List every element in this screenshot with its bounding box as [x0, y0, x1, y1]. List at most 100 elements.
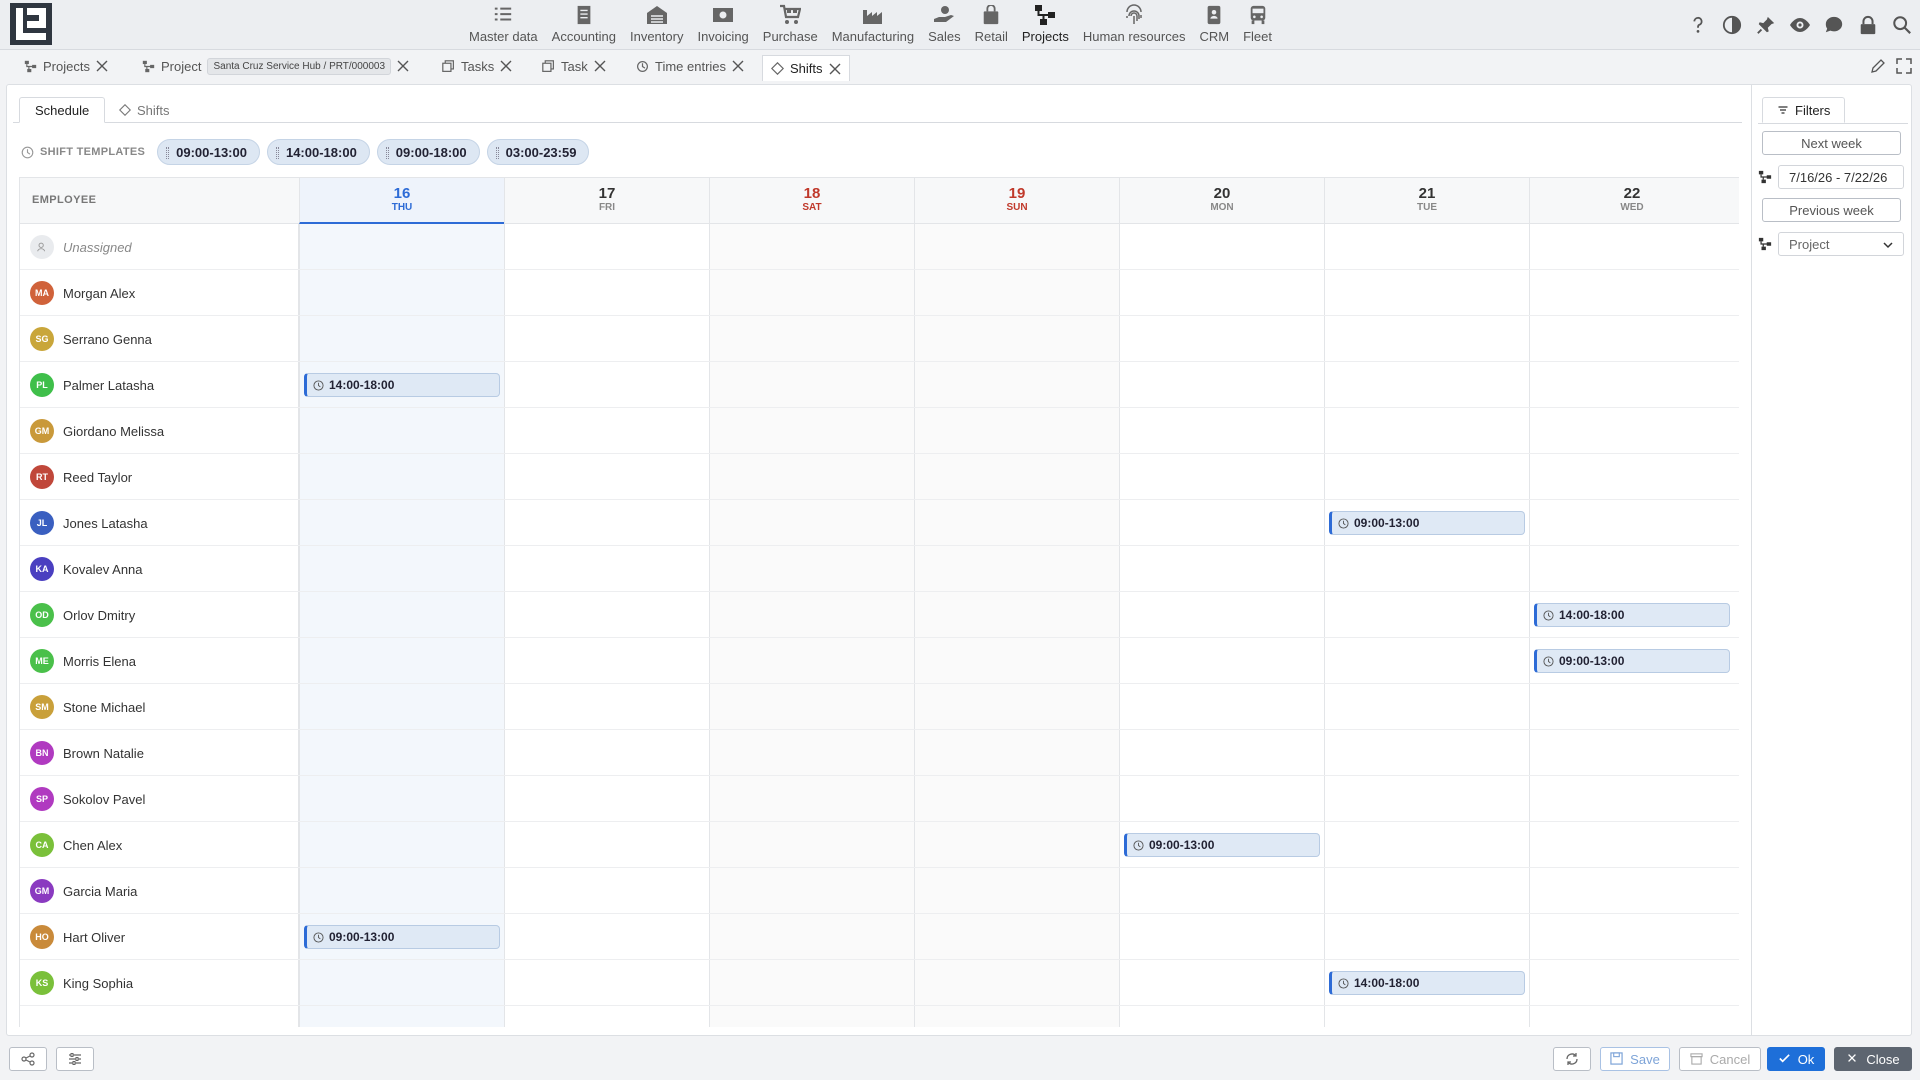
tab-project[interactable]: Project Santa Cruz Service Hub / PRT/000…: [134, 54, 417, 78]
table-row: SM Stone Michael: [20, 684, 1739, 730]
employee-cell[interactable]: SP Sokolov Pavel: [30, 787, 145, 811]
cancel-button[interactable]: Cancel: [1679, 1047, 1761, 1071]
shift-template-label: 09:00-18:00: [395, 144, 467, 160]
shift-block[interactable]: 14:00-18:00: [304, 373, 500, 397]
employee-cell[interactable]: SM Stone Michael: [30, 695, 145, 719]
close-icon[interactable]: [594, 60, 606, 72]
employee-cell[interactable]: KA Kovalev Anna: [30, 557, 143, 581]
module-invoicing[interactable]: Invoicing: [690, 0, 755, 50]
module-human-resources[interactable]: Human resources: [1076, 0, 1193, 50]
module-sales[interactable]: Sales: [921, 0, 968, 50]
document-tabs-bar: Projects Project Santa Cruz Service Hub …: [0, 50, 1920, 81]
employee-cell[interactable]: JL Jones Latasha: [30, 511, 148, 535]
lock-icon[interactable]: [1856, 13, 1880, 37]
close-icon[interactable]: [500, 60, 512, 72]
module-manufacturing[interactable]: Manufacturing: [825, 0, 921, 50]
chat-icon[interactable]: [1822, 13, 1846, 37]
employee-cell[interactable]: KS King Sophia: [30, 971, 133, 995]
shift-template-chip[interactable]: 09:00-18:00: [376, 139, 480, 165]
close-button[interactable]: Close: [1834, 1047, 1912, 1071]
tab-label: Project: [161, 58, 202, 74]
employee-cell[interactable]: BN Brown Natalie: [30, 741, 144, 765]
module-retail[interactable]: Retail: [968, 0, 1015, 50]
employee-cell[interactable]: MA Morgan Alex: [30, 281, 135, 305]
drag-handle-icon: [385, 147, 389, 159]
tab-task[interactable]: Task: [534, 54, 614, 78]
shift-templates-title: SHIFT TEMPLATES: [40, 146, 146, 158]
tab-tasks[interactable]: Tasks: [434, 54, 520, 78]
shift-block[interactable]: 09:00-13:00: [1329, 511, 1525, 535]
tab-time-entries[interactable]: Time entries: [628, 54, 752, 78]
contrast-icon[interactable]: [1720, 13, 1744, 37]
save-button[interactable]: Save: [1600, 1047, 1670, 1071]
close-icon[interactable]: [397, 60, 409, 72]
date-range-field: 7/16/26 - 7/22/26: [1758, 165, 1904, 189]
module-label: Human resources: [1082, 29, 1186, 44]
employee-cell[interactable]: Unassigned: [30, 235, 132, 259]
tab-filters[interactable]: Filters: [1762, 97, 1846, 123]
employee-name: Brown Natalie: [63, 745, 144, 761]
module-master-data[interactable]: Master data: [462, 0, 545, 50]
table-row: KA Kovalev Anna: [20, 546, 1739, 592]
help-icon[interactable]: [1686, 13, 1710, 37]
employee-cell[interactable]: PL Palmer Latasha: [30, 373, 154, 397]
settings-sliders-button[interactable]: [56, 1047, 94, 1071]
employee-cell[interactable]: ME Morris Elena: [30, 649, 136, 673]
tab-shifts[interactable]: Shifts: [762, 55, 850, 81]
close-icon[interactable]: [96, 60, 108, 72]
employee-cell[interactable]: GM Garcia Maria: [30, 879, 137, 903]
date-range-input[interactable]: 7/16/26 - 7/22/26: [1778, 165, 1904, 189]
shift-block[interactable]: 09:00-13:00: [304, 925, 500, 949]
shift-template-chip[interactable]: 03:00-23:59: [486, 139, 590, 165]
avatar: BN: [30, 741, 54, 765]
employee-cell[interactable]: OD Orlov Dmitry: [30, 603, 135, 627]
previous-week-button[interactable]: Previous week: [1762, 198, 1901, 222]
search-icon[interactable]: [1890, 13, 1914, 37]
shift-time: 14:00-18:00: [1354, 976, 1420, 990]
pin-icon[interactable]: [1754, 13, 1778, 37]
shift-template-chip[interactable]: 14:00-18:00: [266, 139, 370, 165]
app-logo-icon[interactable]: [10, 3, 52, 45]
clock-icon: [1543, 609, 1554, 621]
tab-bar-actions: [1870, 58, 1912, 74]
shift-time: 09:00-13:00: [329, 930, 395, 944]
table-row: RT Reed Taylor: [20, 454, 1739, 500]
shift-block[interactable]: 09:00-13:00: [1124, 833, 1320, 857]
shifts-panel: Schedule Shifts SHIFT TEMPLATES 09:00-13…: [6, 84, 1912, 1036]
shift-block[interactable]: 14:00-18:00: [1534, 603, 1730, 627]
shift-block[interactable]: 14:00-18:00: [1329, 971, 1525, 995]
employee-cell[interactable]: CA Chen Alex: [30, 833, 122, 857]
module-projects[interactable]: Projects: [1015, 0, 1076, 50]
employee-cell[interactable]: SG Serrano Genna: [30, 327, 152, 351]
ok-button[interactable]: Ok: [1767, 1047, 1825, 1071]
share-icon: [21, 1052, 35, 1066]
employee-cell[interactable]: GM Giordano Melissa: [30, 419, 164, 443]
module-fleet[interactable]: Fleet: [1236, 0, 1279, 50]
tab-label: Shifts: [137, 102, 170, 118]
day-number: 16: [393, 185, 411, 202]
module-inventory[interactable]: Inventory: [623, 0, 690, 50]
close-icon[interactable]: [732, 60, 744, 72]
next-week-button[interactable]: Next week: [1762, 131, 1901, 155]
edit-pencil-icon[interactable]: [1870, 58, 1886, 74]
close-icon[interactable]: [829, 63, 841, 75]
share-button[interactable]: [9, 1047, 47, 1071]
refresh-button[interactable]: [1553, 1047, 1591, 1071]
tab-projects[interactable]: Projects: [16, 54, 116, 78]
fullscreen-icon[interactable]: [1896, 58, 1912, 74]
project-filter-select[interactable]: Project: [1778, 232, 1904, 256]
shift-template-chip[interactable]: 09:00-13:00: [157, 139, 260, 165]
module-label: Projects: [1021, 29, 1069, 44]
module-accounting[interactable]: Accounting: [545, 0, 623, 50]
eye-icon[interactable]: [1788, 13, 1812, 37]
shift-block[interactable]: 09:00-13:00: [1534, 649, 1730, 673]
tab-shifts-list[interactable]: Shifts: [104, 97, 185, 123]
copy-icon: [442, 59, 455, 73]
employee-cell[interactable]: RT Reed Taylor: [30, 465, 132, 489]
employee-cell[interactable]: HO Hart Oliver: [30, 925, 125, 949]
module-purchase[interactable]: Purchase: [756, 0, 825, 50]
day-header: 20 MON: [1119, 178, 1324, 224]
tab-schedule[interactable]: Schedule: [19, 97, 106, 123]
employee-name: Unassigned: [63, 239, 132, 255]
module-crm[interactable]: CRM: [1192, 0, 1236, 50]
